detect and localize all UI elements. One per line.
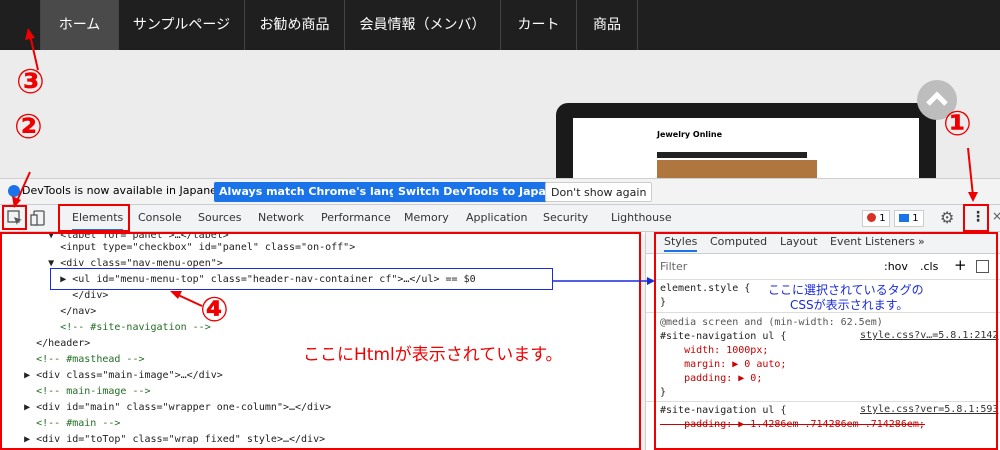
annotation-number-4: ④ (200, 290, 229, 330)
html-note: ここにHtmlが表示されています。 (303, 345, 563, 365)
css-note-line1: ここに選択されているタグの (768, 283, 924, 297)
annotation-number-3: ③ (16, 62, 45, 102)
annotation-number-1: ① (943, 104, 972, 144)
annotation-number-2: ② (14, 107, 43, 147)
annotation-arrows (12, 28, 978, 307)
css-note-line2: CSSが表示されます。 (790, 298, 909, 312)
